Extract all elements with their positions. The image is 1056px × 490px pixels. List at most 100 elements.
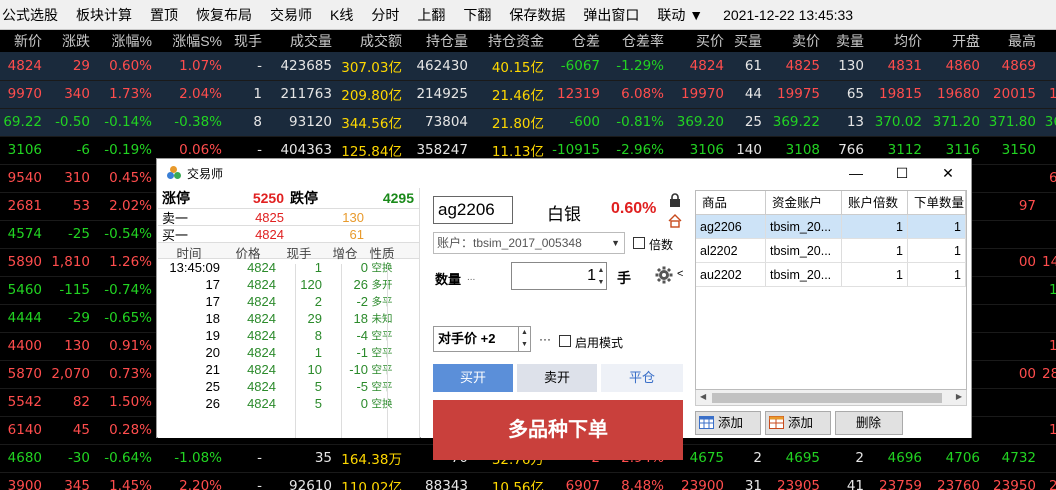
sell-open-button[interactable]: 卖开 <box>517 364 597 392</box>
col-header-0[interactable]: 新价 <box>0 30 48 52</box>
col-header-9[interactable]: 仓差 <box>550 30 606 52</box>
minimize-button[interactable]: — <box>833 159 879 187</box>
col-header-8[interactable]: 持仓资金 <box>474 30 550 52</box>
grid-col-account[interactable]: 资金账户 <box>766 191 842 214</box>
lock-icon[interactable] <box>668 193 682 207</box>
menu-item-1[interactable]: 板块计算 <box>76 5 132 25</box>
menu-item-7[interactable]: 上翻 <box>417 5 445 25</box>
table-cell: 6.08% <box>606 80 670 108</box>
add-button-1[interactable]: 添加 <box>695 411 761 435</box>
col-header-18[interactable]: 最低 <box>1042 30 1056 52</box>
dialog-titlebar[interactable]: 交易师 — ☐ ✕ <box>157 159 971 187</box>
gear-icon[interactable] <box>655 266 673 284</box>
tick-cell: 18 <box>353 311 368 326</box>
menu-item-4[interactable]: 交易师 <box>270 5 312 25</box>
menu-item-3[interactable]: 恢复布局 <box>196 5 252 25</box>
grid-col-quantity[interactable]: 下单数量 <box>908 191 966 214</box>
tick-cell: 4824 <box>247 362 276 377</box>
grid-cell: tbsim_20... <box>766 239 842 262</box>
table-cell: 5542 <box>7 394 42 410</box>
grid-cell: al2202 <box>696 239 766 262</box>
enable-mode-checkbox[interactable] <box>559 335 571 347</box>
multiplier-checkbox[interactable] <box>633 237 645 249</box>
table-cell: 16015 <box>1042 416 1056 444</box>
symbol-input[interactable]: ag2206 <box>433 196 513 224</box>
table-cell: 368.68 <box>1042 108 1056 136</box>
table-cell: 35 <box>314 450 332 466</box>
close-position-button[interactable]: 平仓 <box>601 364 683 392</box>
table-row[interactable]: 4824 29 0.60% 1.07% -423685 307.03亿 462430 40.1… <box>0 52 1056 80</box>
multi-order-panel: 商品 资金账户 账户倍数 下单数量 ag2206 tbsim_20... 1 1 al2… <box>693 188 971 438</box>
table-row[interactable]: 9970 340 1.73% 2.04% 1 211763 209.80亿 214925 21.… <box>0 80 1056 108</box>
scroll-thumb[interactable] <box>712 393 942 403</box>
grid-col-product[interactable]: 商品 <box>696 191 766 214</box>
chevron-down-icon: ▼ <box>611 238 620 248</box>
price-mode-spinner[interactable]: ▲ ▼ <box>519 326 531 352</box>
table-cell: 29 <box>48 52 96 80</box>
price-mode-select[interactable]: 对手价 +2 <box>433 326 519 352</box>
spin-down-icon[interactable]: ▼ <box>519 339 530 351</box>
col-header-15[interactable]: 均价 <box>870 30 928 52</box>
tick-cell: 20 <box>205 345 220 360</box>
col-header-2[interactable]: 涨幅% <box>96 30 158 52</box>
col-header-6[interactable]: 成交额 <box>338 30 408 52</box>
scroll-right-icon[interactable]: ▶ <box>956 392 962 401</box>
menu-item-9[interactable]: 保存数据 <box>509 5 565 25</box>
table-cell: 4420 <box>1042 304 1056 332</box>
col-header-3[interactable]: 涨幅S% <box>158 30 228 52</box>
table-cell: 40.15亿 <box>474 52 550 80</box>
table-cell: 53 <box>72 198 90 214</box>
horizontal-scrollbar[interactable]: ◀ ▶ <box>695 390 967 406</box>
col-header-1[interactable]: 涨跌 <box>48 30 96 52</box>
col-header-4[interactable]: 现手 <box>228 30 268 52</box>
grid-cell: au2202 <box>696 263 766 286</box>
table-cell: 4444 <box>7 310 42 326</box>
multi-order-button[interactable]: 多品种下单 <box>433 400 683 460</box>
col-header-16[interactable]: 开盘 <box>928 30 986 52</box>
spin-up-icon[interactable]: ▲ <box>519 327 530 339</box>
scroll-left-icon[interactable]: ◀ <box>700 392 706 401</box>
close-button[interactable]: ✕ <box>925 159 971 187</box>
grid-col-multiplier[interactable]: 账户倍数 <box>842 191 908 214</box>
maximize-button[interactable]: ☐ <box>879 159 925 187</box>
grid-row[interactable]: ag2206 tbsim_20... 1 1 <box>696 215 966 239</box>
add-button-2[interactable]: 添加 <box>765 411 831 435</box>
col-header-11[interactable]: 买价 <box>670 30 730 52</box>
table-row[interactable]: 3900 345 1.45% 2.20% - 92610 110.02亿 88343 10.56… <box>0 472 1056 490</box>
table-cell: 2.20% <box>179 478 222 490</box>
account-select[interactable]: 账户：tbsim_2017_005348 ▼ <box>433 232 625 254</box>
col-header-10[interactable]: 仓差率 <box>606 30 670 52</box>
menu-item-11[interactable]: 联动 ▼ <box>657 5 703 25</box>
delete-button[interactable]: 删除 <box>835 411 903 435</box>
col-header-7[interactable]: 持仓量 <box>408 30 474 52</box>
spin-down-icon[interactable]: ▼ <box>596 276 606 289</box>
quantity-stepper[interactable]: 1 ▲ ▼ <box>511 262 607 290</box>
tick-cell: 4824 <box>247 379 276 394</box>
col-header-13[interactable]: 卖价 <box>768 30 826 52</box>
col-header-17[interactable]: 最高 <box>986 30 1042 52</box>
table-cell: 164.38万 <box>341 452 402 468</box>
grid-header: 商品 资金账户 账户倍数 下单数量 <box>696 191 966 215</box>
table-cell: 23950 <box>993 478 1036 490</box>
tick-cell: 1 <box>314 260 322 275</box>
table-cell: 2,070 <box>51 366 90 382</box>
menu-item-10[interactable]: 弹出窗口 <box>583 5 639 25</box>
col-header-5[interactable]: 成交量 <box>268 30 338 52</box>
table-cell: 88343 <box>425 478 468 490</box>
table-row[interactable]: 69.22 -0.50 -0.14% -0.38% 8 93120 344.56亿 73804… <box>0 108 1056 136</box>
menu-item-5[interactable]: K线 <box>330 5 353 25</box>
menu-item-8[interactable]: 下翻 <box>463 5 491 25</box>
col-header-12[interactable]: 买量 <box>730 30 768 52</box>
table-cell: 0.45% <box>109 170 152 186</box>
col-header-14[interactable]: 卖量 <box>826 30 870 52</box>
menu-item-6[interactable]: 分时 <box>371 5 399 25</box>
grid-cell: 1 <box>908 239 966 262</box>
menu-item-2[interactable]: 置顶 <box>150 5 178 25</box>
house-icon[interactable] <box>668 214 682 228</box>
buy-open-button[interactable]: 买开 <box>433 364 513 392</box>
order-grid: 商品 资金账户 账户倍数 下单数量 ag2206 tbsim_20... 1 1 al2… <box>695 190 967 390</box>
table-cell: 462430 <box>408 52 474 80</box>
grid-row[interactable]: al2202 tbsim_20... 1 1 <box>696 239 966 263</box>
grid-row[interactable]: au2202 tbsim_20... 1 1 <box>696 263 966 287</box>
menu-item-0[interactable]: 公式选股 <box>2 5 58 25</box>
